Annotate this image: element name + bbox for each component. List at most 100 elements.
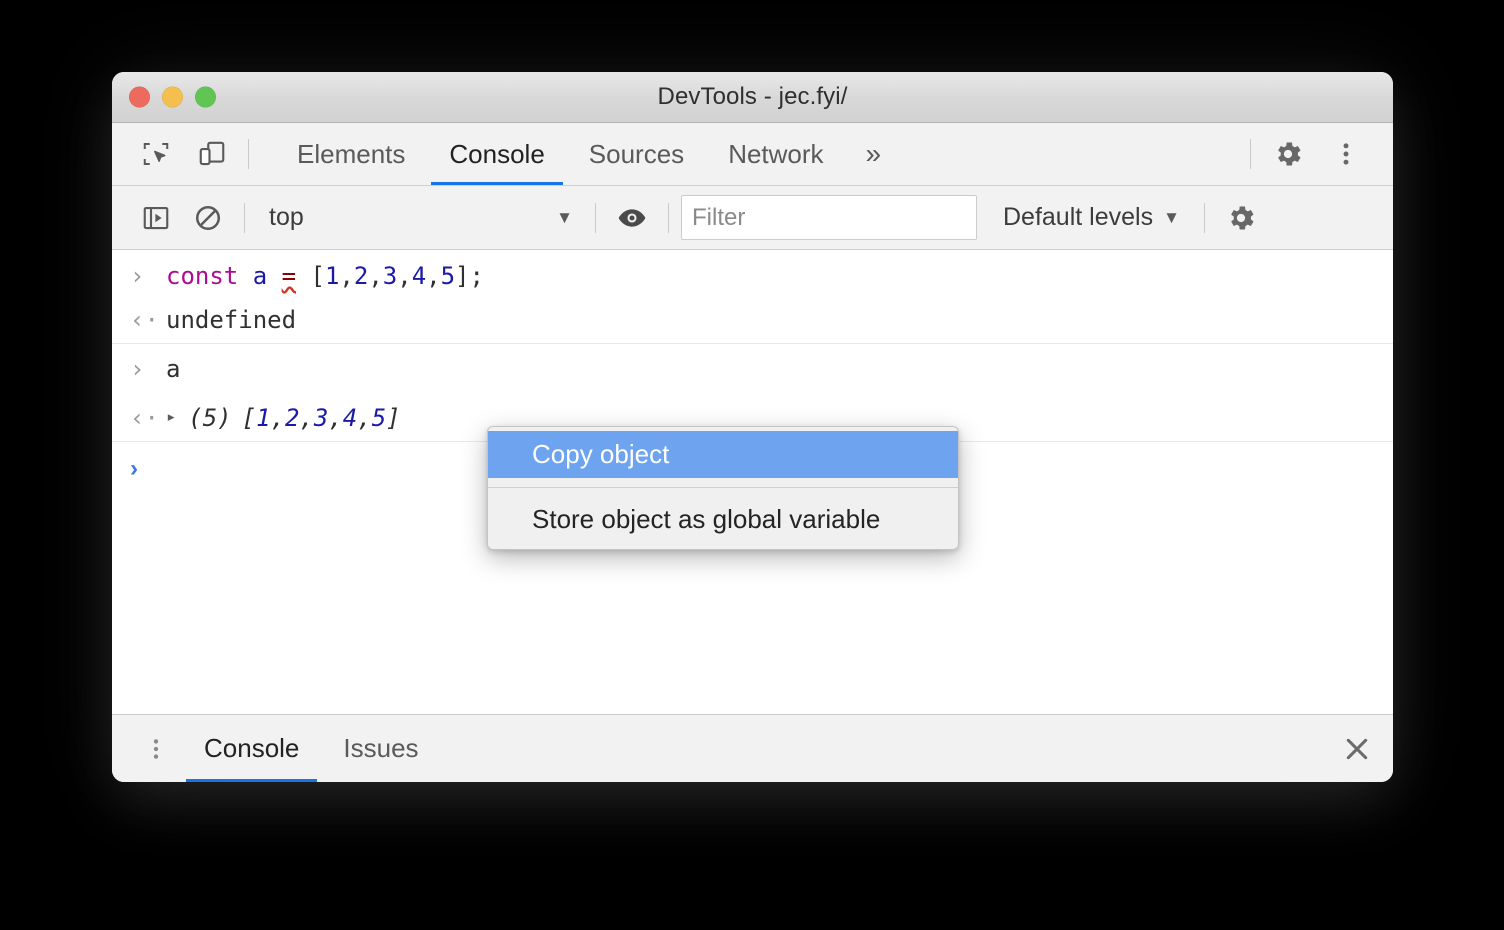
devtools-main-toolbar: Elements Console Sources Network » xyxy=(112,123,1393,186)
token-number-4: 4 xyxy=(411,262,427,290)
tab-console-label: Console xyxy=(449,138,545,169)
context-menu-item-copy-object[interactable]: Copy object xyxy=(488,431,958,478)
clear-console-icon xyxy=(193,203,223,233)
drawer-kebab-menu-icon xyxy=(143,736,169,762)
token-comma-4: , xyxy=(426,262,441,290)
toolbar-divider xyxy=(248,139,249,169)
expand-array-triangle-icon[interactable]: ▸ xyxy=(166,409,176,426)
console-settings-button[interactable] xyxy=(1215,196,1267,240)
context-menu-item-label: Copy object xyxy=(532,439,670,469)
token-number-3: 3 xyxy=(382,262,398,290)
token-semicolon: ; xyxy=(469,262,484,290)
array-sep-2: , xyxy=(328,403,343,432)
array-close-bracket: ] xyxy=(386,403,401,432)
console-input-code: a xyxy=(166,355,181,383)
console-toolbar-divider-3 xyxy=(668,202,669,233)
token-close-bracket: ] xyxy=(455,262,470,290)
array-value-3: 4 xyxy=(342,403,358,432)
tab-sources[interactable]: Sources xyxy=(567,123,706,185)
context-menu[interactable]: Copy object Store object as global varia… xyxy=(487,426,959,550)
context-menu-divider xyxy=(488,487,958,488)
console-output-chevron-icon: ‹· xyxy=(130,403,159,432)
console-message-input[interactable]: › a xyxy=(112,344,1393,394)
chevron-down-icon: ▼ xyxy=(1163,208,1180,227)
clear-console-button[interactable] xyxy=(182,196,234,240)
filter-input[interactable] xyxy=(681,195,977,240)
inspect-element-icon xyxy=(141,139,171,169)
console-message-list[interactable]: › const a = [1,2,3,4,5]; ‹· undefined › … xyxy=(112,250,1393,714)
execution-context-selector[interactable]: top ▼ xyxy=(255,196,585,240)
log-levels-selector[interactable]: Default levels ▼ xyxy=(995,196,1188,240)
console-sidebar-toggle-button[interactable] xyxy=(130,196,182,240)
console-toolbar-divider-4 xyxy=(1203,202,1205,233)
window-title: DevTools - jec.fyi/ xyxy=(657,83,848,110)
array-length-label: (5) xyxy=(188,403,232,432)
more-tabs-button[interactable]: » xyxy=(846,123,902,185)
tab-sources-label: Sources xyxy=(588,138,685,169)
console-output-chevron-icon: ‹· xyxy=(130,305,159,334)
array-preview[interactable]: ▸ (5) [1, 2, 3, 4, 5] xyxy=(166,404,401,432)
drawer-tab-issues-label: Issues xyxy=(343,733,419,763)
array-open-bracket: [ xyxy=(241,403,257,432)
array-value-2: 3 xyxy=(313,403,329,432)
context-menu-item-label: Store object as global variable xyxy=(532,504,881,534)
token-keyword: const xyxy=(166,262,239,290)
array-sep-3: , xyxy=(357,403,372,432)
log-levels-label: Default levels xyxy=(1003,203,1154,231)
zoom-window-button[interactable] xyxy=(195,86,216,108)
execution-context-value: top xyxy=(269,203,304,231)
token-comma-3: , xyxy=(397,262,412,290)
token-open-bracket: [ xyxy=(310,262,325,290)
array-value-0: 1 xyxy=(256,403,271,432)
context-menu-item-store-global[interactable]: Store object as global variable xyxy=(488,496,958,543)
array-value-1: 2 xyxy=(284,403,300,432)
minimize-window-button[interactable] xyxy=(162,86,183,108)
drawer-tab-issues[interactable]: Issues xyxy=(321,715,440,782)
chevron-down-icon: ▼ xyxy=(556,208,573,227)
live-expression-button[interactable] xyxy=(606,196,658,240)
token-number-5: 5 xyxy=(440,262,456,290)
devtools-window: DevTools - jec.fyi/ Elements Console Sou… xyxy=(112,72,1393,782)
main-menu-button[interactable] xyxy=(1317,123,1375,185)
token-variable: a xyxy=(252,262,268,290)
token-comma-2: , xyxy=(368,262,383,290)
array-sep-0: , xyxy=(270,403,285,432)
console-message-input[interactable]: › const a = [1,2,3,4,5]; xyxy=(112,250,1393,296)
tab-elements[interactable]: Elements xyxy=(275,123,427,185)
kebab-menu-icon xyxy=(1332,140,1360,168)
live-expression-eye-icon xyxy=(616,202,648,234)
token-equals: = xyxy=(281,262,297,290)
window-controls xyxy=(129,86,216,108)
inspect-element-button[interactable] xyxy=(128,123,184,185)
tab-network[interactable]: Network xyxy=(706,123,845,185)
console-toolbar-divider-2 xyxy=(595,202,596,233)
close-window-button[interactable] xyxy=(129,86,150,108)
settings-button[interactable] xyxy=(1259,123,1317,185)
array-sep-1: , xyxy=(299,403,314,432)
console-toolbar: top ▼ Default level xyxy=(112,186,1393,250)
toolbar-divider-right xyxy=(1250,139,1251,169)
drawer-toolbar: Console Issues xyxy=(112,714,1393,782)
device-toolbar-icon xyxy=(197,139,227,169)
console-settings-gear-icon xyxy=(1225,202,1257,234)
tab-network-label: Network xyxy=(728,138,824,169)
close-drawer-button[interactable] xyxy=(1321,715,1393,782)
close-icon xyxy=(1341,733,1373,765)
console-message-result[interactable]: ‹· undefined xyxy=(112,296,1393,344)
gear-icon xyxy=(1272,138,1304,170)
tab-elements-label: Elements xyxy=(297,138,406,169)
drawer-tab-console[interactable]: Console xyxy=(182,715,321,782)
drawer-tab-console-label: Console xyxy=(204,733,300,763)
token-number-1: 1 xyxy=(324,262,340,290)
toolbar-right-group xyxy=(1242,123,1393,185)
drawer-menu-button[interactable] xyxy=(130,715,182,782)
token-number-2: 2 xyxy=(353,262,369,290)
chevron-double-right-icon: » xyxy=(865,138,882,169)
console-result-text: undefined xyxy=(166,305,297,334)
panel-tabs: Elements Console Sources Network » xyxy=(275,123,901,185)
console-sidebar-icon xyxy=(141,203,171,233)
console-toolbar-divider-1 xyxy=(244,202,245,233)
device-toolbar-button[interactable] xyxy=(184,123,240,185)
console-input-chevron-icon: › xyxy=(130,355,145,383)
tab-console[interactable]: Console xyxy=(427,123,566,185)
